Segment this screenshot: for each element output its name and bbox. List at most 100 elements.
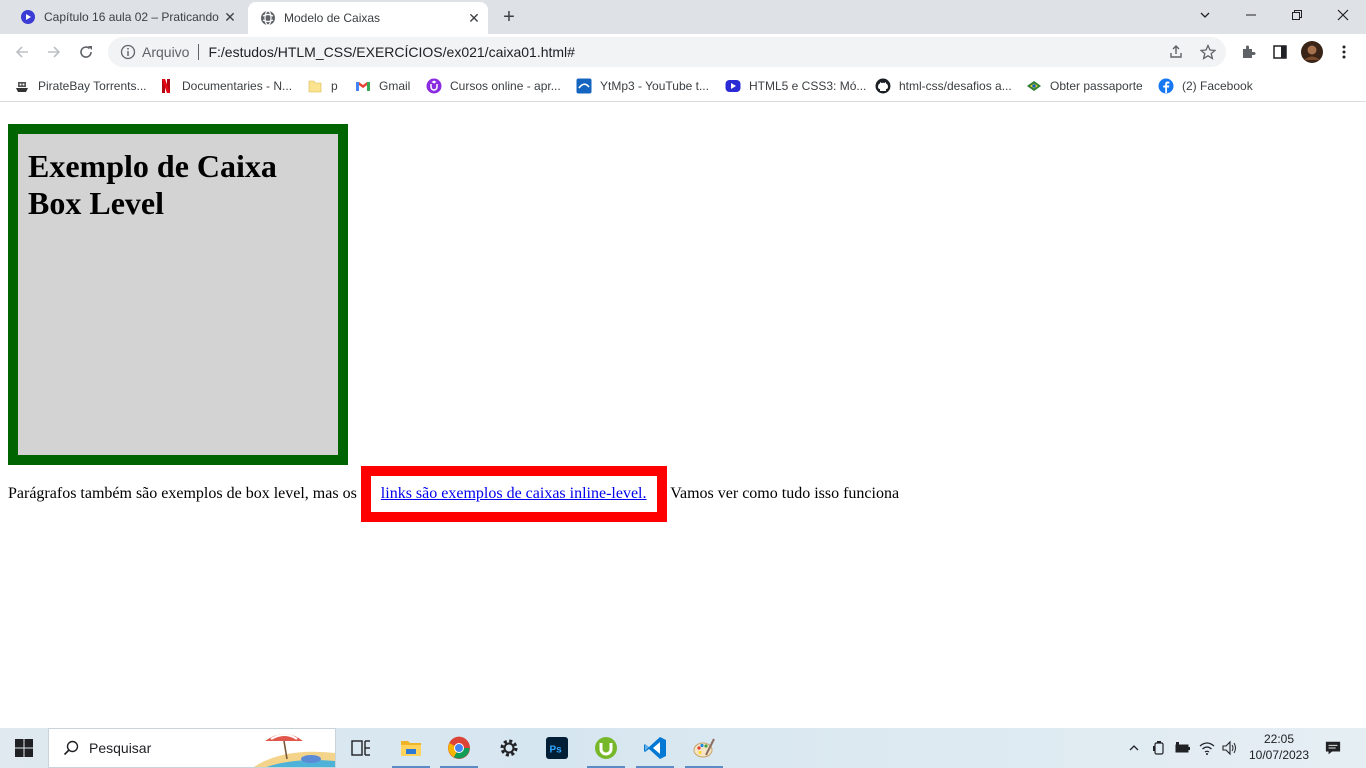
bookmark-html5-css3[interactable]: HTML5 e CSS3: Mó... <box>725 76 866 96</box>
browser-toolbar: Arquivo F:/estudos/HTLM_CSS/EXERCÍCIOS/e… <box>0 34 1366 70</box>
close-tab-icon[interactable]: ✕ <box>466 10 482 26</box>
bookmark-piratebay[interactable]: PirateBay Torrents... <box>14 76 147 96</box>
settings-taskbar-button[interactable] <box>486 728 532 768</box>
tab-capitulo-16[interactable]: Capítulo 16 aula 02 – Praticando ✕ <box>12 0 244 34</box>
forward-button[interactable] <box>40 38 68 66</box>
close-tab-icon[interactable]: ✕ <box>222 9 238 25</box>
paint-icon <box>693 738 715 758</box>
profile-avatar[interactable] <box>1300 40 1324 64</box>
file-explorer-button[interactable] <box>388 728 434 768</box>
tray-device-icon[interactable] <box>1151 740 1167 756</box>
paragraph: Parágrafos também são exemplos de box le… <box>8 464 1208 524</box>
back-button[interactable] <box>8 38 36 66</box>
search-placeholder: Pesquisar <box>89 740 152 756</box>
clock-time: 22:05 <box>1263 732 1295 746</box>
pirate-icon <box>14 78 30 94</box>
forward-arrow-icon <box>48 46 61 58</box>
info-icon[interactable] <box>120 44 136 60</box>
address-bar[interactable]: Arquivo F:/estudos/HTLM_CSS/EXERCÍCIOS/e… <box>108 37 1226 67</box>
svg-text:Ps: Ps <box>550 745 563 756</box>
block-level-box: Exemplo de Caixa Box Level <box>8 124 348 465</box>
photoshop-taskbar-button[interactable]: Ps <box>534 728 580 768</box>
file-explorer-icon <box>401 741 421 756</box>
tab-strip: Capítulo 16 aula 02 – Praticando ✕ Model… <box>0 0 1366 34</box>
bookmark-label: HTML5 e CSS3: Mó... <box>749 79 867 93</box>
system-clock[interactable]: 22:05 10/07/2023 <box>1244 731 1314 763</box>
address-url[interactable]: F:/estudos/HTLM_CSS/EXERCÍCIOS/ex021/cai… <box>208 44 574 60</box>
start-button[interactable] <box>0 728 48 768</box>
bookmark-folder-p[interactable]: p <box>307 76 338 96</box>
netflix-icon <box>158 78 174 94</box>
volume-icon[interactable] <box>1222 740 1238 756</box>
utorrent-taskbar-button[interactable] <box>583 728 629 768</box>
notifications-icon[interactable] <box>1325 740 1341 756</box>
bookmark-label: html-css/desafios a... <box>899 79 1012 93</box>
minimize-button[interactable] <box>1228 0 1274 30</box>
wifi-icon[interactable] <box>1199 740 1215 756</box>
menu-kebab-icon[interactable] <box>1332 40 1356 64</box>
address-scheme: Arquivo <box>142 44 190 60</box>
bookmark-label: Cursos online - apr... <box>450 79 561 93</box>
passport-icon <box>1026 78 1042 94</box>
github-icon <box>875 78 891 94</box>
share-icon[interactable] <box>1168 44 1184 60</box>
restore-button[interactable] <box>1274 0 1320 30</box>
new-tab-button[interactable]: + <box>496 6 522 28</box>
vscode-icon <box>644 737 666 759</box>
globe-icon <box>261 10 275 26</box>
side-panel-icon[interactable] <box>1268 40 1292 64</box>
tab-title: Modelo de Caixas <box>284 11 381 25</box>
paragraph-text-after: Vamos ver como tudo isso funciona <box>670 485 900 502</box>
bookmark-obter-passaporte[interactable]: Obter passaporte <box>1026 76 1143 96</box>
extensions-icon[interactable] <box>1236 40 1260 64</box>
bookmark-documentaries[interactable]: Documentaries - N... <box>158 76 292 96</box>
bookmark-facebook[interactable]: (2) Facebook <box>1158 76 1253 96</box>
paragraph-text-before: Parágrafos também são exemplos de box le… <box>8 485 357 502</box>
task-view-button[interactable] <box>338 728 384 768</box>
bookmark-ytmp3[interactable]: YtMp3 - YouTube t... <box>576 76 709 96</box>
bookmark-gmail[interactable]: Gmail <box>355 76 410 96</box>
taskbar-search-box[interactable]: Pesquisar <box>48 728 336 768</box>
tab-modelo-de-caixas[interactable]: Modelo de Caixas ✕ <box>248 2 488 34</box>
photoshop-icon: Ps <box>546 737 568 759</box>
bookmark-label: Gmail <box>379 79 411 93</box>
bookmark-star-icon[interactable] <box>1200 44 1216 60</box>
tab-title: Capítulo 16 aula 02 – Praticando <box>44 10 219 24</box>
curso-em-video-icon <box>725 78 741 94</box>
bookmark-label: p <box>331 79 338 93</box>
clock-date: 10/07/2023 <box>1248 748 1310 762</box>
tab-search-chevron-icon[interactable] <box>1182 0 1228 30</box>
taskbar: Pesquisar Ps 22:05 10/07/2023 <box>0 728 1366 768</box>
task-view-icon <box>351 740 370 756</box>
inline-level-link[interactable]: links são exemplos de caixas inline-leve… <box>360 466 667 522</box>
battery-icon[interactable] <box>1175 740 1191 756</box>
gmail-icon <box>355 78 371 94</box>
close-window-button[interactable] <box>1320 0 1366 30</box>
bookmark-label: YtMp3 - YouTube t... <box>600 79 709 93</box>
bookmark-label: PirateBay Torrents... <box>38 79 147 93</box>
page-content: Exemplo de Caixa Box Level Parágrafos ta… <box>0 103 1366 728</box>
tray-chevron-up-icon[interactable] <box>1126 740 1142 756</box>
address-separator <box>198 44 200 60</box>
paint-taskbar-button[interactable] <box>681 728 727 768</box>
search-icon <box>63 740 79 756</box>
gear-icon <box>500 739 518 757</box>
facebook-icon <box>1158 78 1174 94</box>
windows-logo-icon <box>15 739 33 757</box>
chrome-taskbar-button[interactable] <box>436 728 482 768</box>
ytmp3-icon <box>576 78 592 94</box>
bookmark-cursos-online[interactable]: Cursos online - apr... <box>426 76 561 96</box>
chrome-icon <box>448 736 470 759</box>
bookmark-html-css-desafios[interactable]: html-css/desafios a... <box>875 76 1012 96</box>
bookmark-label: Documentaries - N... <box>182 79 293 93</box>
reload-icon <box>80 46 92 58</box>
bookmarks-bar: PirateBay Torrents... Documentaries - N.… <box>0 70 1366 102</box>
reload-button[interactable] <box>72 38 100 66</box>
box-heading: Exemplo de Caixa Box Level <box>28 148 277 221</box>
folder-icon <box>307 78 323 94</box>
udemy-icon <box>426 78 442 94</box>
curso-em-video-icon <box>21 10 35 24</box>
bookmark-label: Obter passaporte <box>1050 79 1143 93</box>
vscode-taskbar-button[interactable] <box>632 728 678 768</box>
search-highlight-beach-icon <box>254 734 335 767</box>
